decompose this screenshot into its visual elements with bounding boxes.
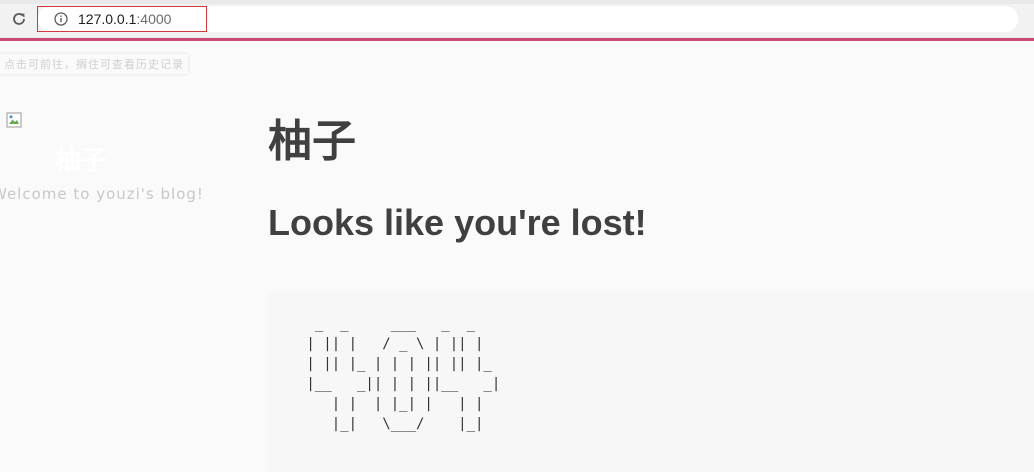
tab-strip: [0, 0, 1034, 4]
url-text[interactable]: 127.0.0.1:4000: [78, 11, 171, 27]
accent-line: [0, 38, 1034, 41]
site-subtitle: Welcome to youzi's blog!: [0, 185, 204, 203]
ascii-404-art: _ _ ___ _ _ | || | / _ \ | || | | || |_ …: [306, 316, 501, 432]
browser-toolbar: 127.0.0.1:4000: [0, 0, 1034, 38]
main-content: 柚子 Looks like you're lost!: [268, 110, 1034, 246]
reload-button[interactable]: [8, 8, 30, 30]
history-tooltip: 点击可前往，搁住可查看历史记录: [0, 54, 188, 74]
site-title[interactable]: 柚子: [55, 140, 107, 177]
broken-image-icon: [6, 112, 22, 128]
page-title: 柚子: [268, 117, 356, 166]
address-bar[interactable]: 127.0.0.1:4000: [38, 6, 1018, 32]
url-port: :4000: [136, 11, 172, 27]
info-icon[interactable]: [54, 12, 68, 26]
url-host: 127.0.0.1: [78, 11, 137, 27]
sidebar: 柚子 Welcome to youzi's blog!: [0, 90, 203, 290]
not-found-heading: Looks like you're lost!: [268, 202, 647, 243]
reload-icon: [13, 13, 25, 25]
ascii-404-block: _ _ ___ _ _ | || | / _ \ | || | | || |_ …: [268, 292, 1034, 472]
